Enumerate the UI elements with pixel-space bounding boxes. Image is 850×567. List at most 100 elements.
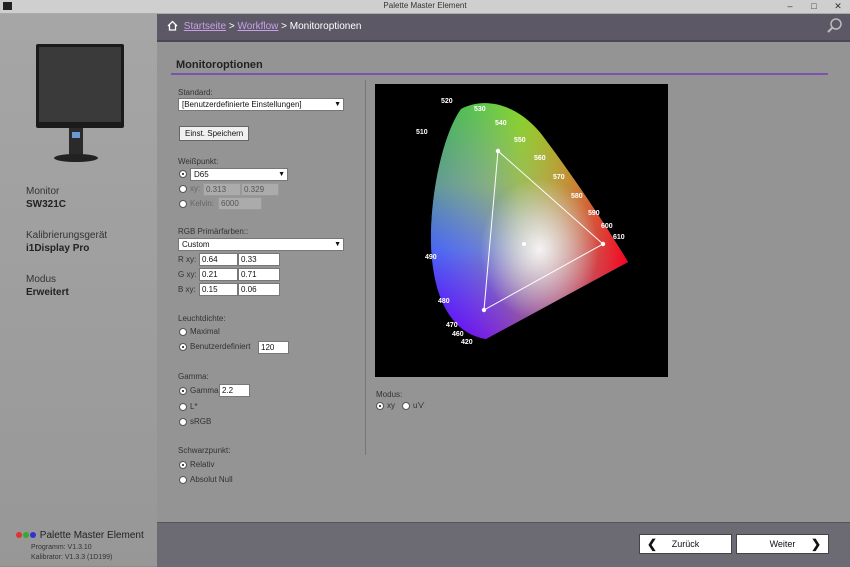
red-x-input[interactable]: 0.64: [199, 253, 238, 266]
standard-label: Standard:: [178, 88, 213, 97]
cie-mode-uv-radio[interactable]: [402, 402, 410, 410]
whitepoint-preset-value: D65: [194, 170, 209, 179]
title-divider: [171, 73, 828, 75]
minimize-icon[interactable]: –: [778, 0, 802, 13]
cie-mode-xy-radio[interactable]: [376, 402, 384, 410]
whitepoint-xy-radio[interactable]: [179, 185, 187, 193]
whitepoint-label: Weißpunkt:: [178, 157, 219, 166]
page-title: Monitoroptionen: [176, 59, 263, 71]
luminance-custom-radio[interactable]: [179, 343, 187, 351]
gamma-option-label: Gamma: [190, 386, 219, 395]
whitepoint-y-input[interactable]: 0.329: [241, 183, 279, 196]
cie-diagram-svg: 520 530 540 550 560 570 580 590 600 610 …: [416, 98, 628, 346]
blackpoint-absolute-radio[interactable]: [179, 476, 187, 484]
wavelength-label: 420: [461, 339, 473, 346]
breadcrumb-separator: >: [228, 21, 235, 32]
gamma-label: Gamma:: [178, 372, 209, 381]
whitepoint-kelvin-radio[interactable]: [179, 200, 187, 208]
green-x-input[interactable]: 0.21: [199, 268, 238, 281]
close-icon[interactable]: ✕: [826, 0, 850, 13]
monitor-image: [36, 44, 124, 162]
whitepoint-kelvin-label: Kelvin:: [190, 199, 215, 208]
logo-dot-icon: [16, 532, 22, 538]
wavelength-label: 550: [514, 137, 526, 144]
mode-label: Modus: [26, 274, 57, 285]
next-button[interactable]: Weiter ❯: [736, 534, 829, 554]
cie-mode-xy-label: xy: [387, 401, 395, 410]
wavelength-label: 530: [474, 106, 486, 113]
blackpoint-label: Schwarzpunkt:: [178, 446, 231, 455]
title-bar: Palette Master Element – □ ✕: [0, 0, 850, 14]
column-divider: [365, 80, 366, 455]
brand-name: Palette Master Element: [39, 530, 144, 541]
program-version: Programm: V1.3.10: [31, 544, 92, 551]
wavelength-label: 580: [571, 193, 583, 200]
primaries-select[interactable]: Custom ▼: [178, 238, 344, 251]
blue-y-input[interactable]: 0.06: [238, 283, 280, 296]
header-bar: Startseite > Workflow > Monitoroptionen: [157, 14, 850, 42]
whitepoint-x-input[interactable]: 0.313: [203, 183, 241, 196]
whitepoint-kelvin-input[interactable]: 6000: [218, 197, 262, 210]
save-settings-button[interactable]: Einst. Speichern: [179, 126, 250, 141]
green-xy-label: G xy:: [178, 270, 197, 279]
search-icon[interactable]: [826, 17, 844, 35]
mode-value: Erweitert: [26, 287, 69, 298]
white-point-glow: [430, 103, 628, 340]
chevron-down-icon: ▼: [278, 171, 285, 178]
blackpoint-relative-radio[interactable]: [179, 461, 187, 469]
luminance-custom-input[interactable]: 120: [258, 341, 289, 354]
wavelength-label: 610: [613, 234, 625, 241]
gamma-input[interactable]: 2.2: [219, 384, 250, 397]
luminance-max-radio[interactable]: [179, 328, 187, 336]
cie-chromaticity-diagram: 520 530 540 550 560 570 580 590 600 610 …: [375, 84, 668, 377]
wavelength-label: 590: [588, 210, 600, 217]
cie-mode-uv-label: u'v': [413, 401, 425, 410]
back-button-label: Zurück: [671, 539, 700, 549]
lstar-label: L*: [190, 402, 198, 411]
white-point-marker: [522, 242, 526, 246]
breadcrumb-home[interactable]: Startseite: [184, 21, 226, 32]
chevron-down-icon: ▼: [334, 101, 341, 108]
chevron-down-icon: ▼: [334, 241, 341, 248]
sidebar: Monitor SW321C Kalibrierungsgerät i1Disp…: [0, 14, 157, 566]
blue-x-input[interactable]: 0.15: [199, 283, 238, 296]
main-panel: Monitoroptionen Standard: [Benutzerdefin…: [157, 42, 850, 522]
wavelength-label: 470: [446, 322, 458, 329]
whitepoint-preset-radio[interactable]: [179, 170, 187, 178]
maximize-icon[interactable]: □: [802, 0, 826, 13]
wavelength-label: 560: [534, 155, 546, 162]
back-button[interactable]: ❮ Zurück: [639, 534, 732, 554]
footer-bar: ❮ Zurück Weiter ❯: [157, 522, 850, 567]
wavelength-label: 520: [441, 98, 453, 105]
breadcrumb: Startseite > Workflow > Monitoroptionen: [167, 20, 362, 32]
standard-select[interactable]: [Benutzerdefinierte Einstellungen] ▼: [178, 98, 344, 111]
srgb-radio[interactable]: [179, 418, 187, 426]
primaries-label: RGB Primärfarben::: [178, 227, 249, 236]
lstar-radio[interactable]: [179, 403, 187, 411]
wavelength-label: 510: [416, 129, 428, 136]
blackpoint-absolute-label: Absolut Null: [190, 475, 233, 484]
primaries-select-value: Custom: [182, 240, 210, 249]
breadcrumb-workflow[interactable]: Workflow: [237, 21, 278, 32]
monitor-value: SW321C: [26, 199, 67, 210]
wavelength-label: 600: [601, 223, 613, 230]
wavelength-label: 570: [553, 174, 565, 181]
whitepoint-preset-select[interactable]: D65 ▼: [190, 168, 288, 181]
standard-select-value: [Benutzerdefinierte Einstellungen]: [182, 100, 302, 109]
window-title: Palette Master Element: [383, 1, 467, 10]
wavelength-label: 490: [425, 254, 437, 261]
green-y-input[interactable]: 0.71: [238, 268, 280, 281]
home-icon[interactable]: [167, 20, 178, 31]
srgb-label: sRGB: [190, 417, 212, 426]
brand-logo: Palette Master Element: [16, 530, 144, 541]
breadcrumb-current: Monitoroptionen: [289, 21, 362, 32]
wavelength-label: 540: [495, 120, 507, 127]
cie-mode-label: Modus:: [376, 390, 403, 399]
gamma-radio[interactable]: [179, 387, 187, 395]
luminance-label: Leuchtdichte:: [178, 314, 226, 323]
blue-primary-point: [481, 307, 487, 313]
luminance-max-label: Maximal: [190, 327, 220, 336]
logo-dot-icon: [23, 532, 29, 538]
red-y-input[interactable]: 0.33: [238, 253, 280, 266]
whitepoint-xy-label: xy:: [190, 184, 201, 193]
